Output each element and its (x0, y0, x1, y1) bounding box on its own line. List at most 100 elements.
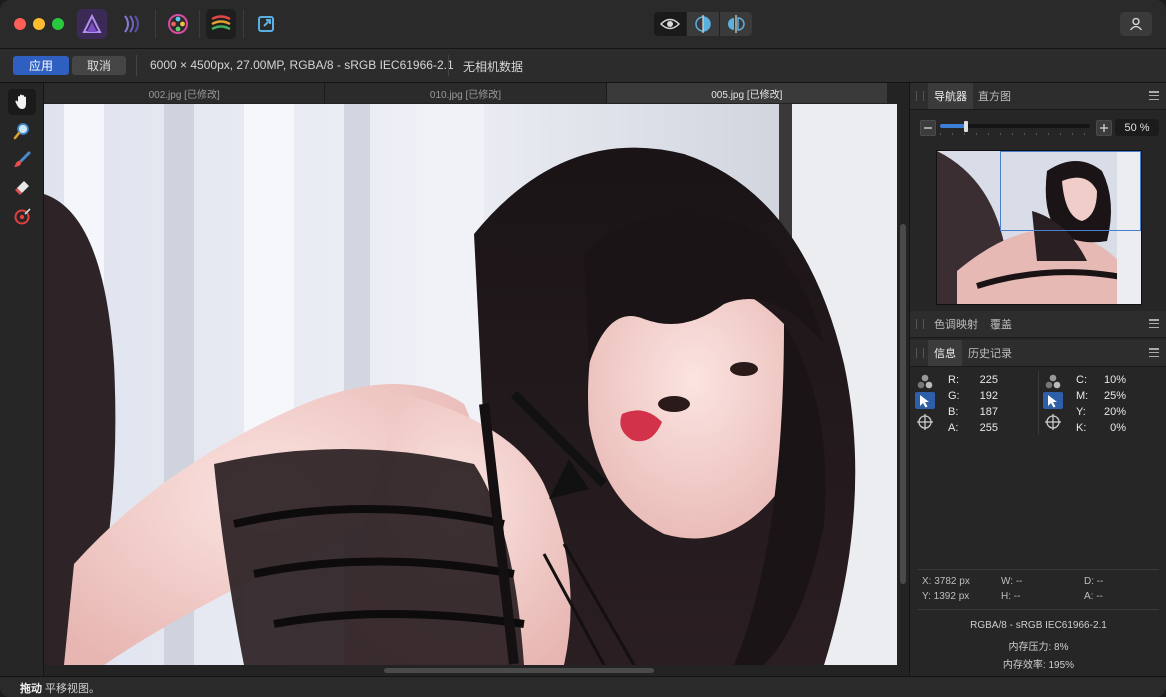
image-info-text: 6000 × 4500px, 27.00MP, RGBA/8 - sRGB IE… (150, 58, 454, 72)
tab-navigator[interactable]: 导航器 (928, 83, 973, 109)
info-height: H: -- (1001, 591, 1021, 602)
toolbar-separator (448, 55, 449, 76)
info-y-label: Y: (1076, 406, 1086, 418)
toolbar-separator (155, 10, 156, 38)
panel-menu-icon[interactable] (1149, 319, 1159, 328)
zoom-value-field[interactable]: 50 % (1115, 119, 1159, 136)
hand-tool-icon[interactable] (8, 89, 36, 115)
toolbar-separator (136, 55, 137, 76)
mirror-view-icon[interactable] (720, 12, 752, 36)
horizontal-scroll-thumb[interactable] (384, 668, 654, 673)
brush-tool-icon[interactable] (8, 147, 36, 173)
info-r-value: 225 (979, 374, 998, 386)
info-c-label: C: (1076, 374, 1087, 386)
navigator-panel-header: 导航器 直方图 (910, 83, 1166, 110)
context-toolbar: 应用 取消 6000 × 4500px, 27.00MP, RGBA/8 - s… (0, 49, 1166, 83)
tab-overlay[interactable]: 覆盖 (984, 311, 1018, 337)
toolbar-separator (243, 10, 244, 38)
zoom-in-button[interactable] (1096, 120, 1112, 136)
minimize-window-button[interactable] (33, 18, 45, 30)
color-sample-icon[interactable] (1044, 374, 1062, 390)
info-g-value: 192 (979, 390, 998, 402)
info-a-value: 255 (979, 422, 998, 434)
develop-persona-icon[interactable] (163, 9, 193, 39)
info-position-x: X: 3782 px (922, 576, 970, 587)
info-divider (918, 609, 1159, 610)
close-window-button[interactable] (14, 18, 26, 30)
user-icon[interactable] (1120, 12, 1152, 36)
title-bar (0, 0, 1166, 49)
document-canvas[interactable] (44, 104, 897, 665)
pointer-sample-icon[interactable] (1043, 392, 1063, 409)
tone-mapping-persona-icon[interactable] (206, 9, 236, 39)
info-k-label: K: (1076, 422, 1087, 434)
toolbar-separator (199, 10, 200, 38)
camera-info-text: 无相机数据 (463, 60, 524, 74)
memory-efficiency-text: 内存效率: 195% (1002, 660, 1075, 671)
status-bar: 拖动 平移视图。 (0, 676, 1166, 697)
info-k-value: 0% (1110, 422, 1126, 434)
status-action-key: 拖动 (20, 683, 42, 695)
navigator-preview[interactable] (936, 150, 1142, 305)
panel-grip-icon[interactable] (916, 91, 924, 101)
panel-menu-icon[interactable] (1149, 91, 1159, 100)
info-g-label: G: (948, 390, 960, 402)
photo-persona-icon[interactable] (77, 9, 107, 39)
info-r-label: R: (948, 374, 959, 386)
crosshair-sample-icon[interactable] (916, 413, 934, 431)
tab-info[interactable]: 信息 (928, 340, 962, 366)
export-persona-icon[interactable] (251, 9, 281, 39)
cancel-button[interactable]: 取消 (72, 56, 126, 75)
photo-image (44, 104, 897, 665)
red-eye-tool-icon[interactable] (8, 204, 36, 230)
tab-history[interactable]: 历史记录 (962, 340, 1018, 366)
panel-menu-icon[interactable] (1149, 348, 1159, 357)
vertical-scroll-thumb[interactable] (900, 224, 906, 584)
horizontal-scrollbar[interactable] (44, 665, 897, 676)
info-panel-header: 信息 历史记录 (910, 340, 1166, 367)
navigator-view-rect[interactable] (1000, 151, 1141, 231)
split-view-icon[interactable] (687, 12, 720, 36)
zoom-out-button[interactable] (920, 120, 936, 136)
tone-mapping-panel-header: 色调映射 覆盖 (910, 311, 1166, 338)
memory-pressure-text: 内存压力: 8% (1008, 642, 1069, 653)
info-angle: A: -- (1084, 591, 1103, 602)
tab-histogram[interactable]: 直方图 (972, 83, 1017, 109)
info-divider (918, 569, 1159, 570)
info-c-value: 10% (1103, 374, 1126, 386)
panel-grip-icon[interactable] (916, 348, 924, 358)
info-position-y: Y: 1392 px (922, 591, 970, 602)
document-tab[interactable]: 010.jpg [已修改] (325, 83, 607, 103)
eye-icon[interactable] (654, 12, 687, 36)
info-distance: D: -- (1084, 576, 1104, 587)
info-a-label: A: (948, 422, 959, 434)
info-y-value: 20% (1103, 406, 1126, 418)
eraser-tool-icon[interactable] (8, 175, 36, 201)
info-m-value: 25% (1103, 390, 1126, 402)
zoom-window-button[interactable] (52, 18, 64, 30)
tools-panel (0, 83, 44, 676)
document-tab-active[interactable]: 005.jpg [已修改] (606, 83, 887, 103)
vertical-scrollbar[interactable] (897, 104, 909, 665)
color-profile-text: RGBA/8 - sRGB IEC61966-2.1 (970, 620, 1107, 631)
info-b-value: 187 (979, 406, 998, 418)
info-b-label: B: (948, 406, 959, 418)
view-mode-group (654, 12, 752, 36)
color-sample-icon[interactable] (916, 374, 934, 390)
liquify-persona-icon[interactable] (118, 9, 148, 39)
pointer-sample-icon[interactable] (915, 392, 935, 409)
info-width: W: -- (1001, 576, 1023, 587)
info-divider (1038, 371, 1039, 435)
zoom-slider[interactable] (940, 121, 1090, 135)
document-tab-bar: 002.jpg [已修改] 010.jpg [已修改] 005.jpg [已修改… (44, 83, 887, 103)
apply-button[interactable]: 应用 (13, 56, 69, 75)
app-window: 应用 取消 6000 × 4500px, 27.00MP, RGBA/8 - s… (0, 0, 1166, 697)
tab-tone-mapping[interactable]: 色调映射 (928, 311, 984, 337)
panel-grip-icon[interactable] (916, 319, 924, 329)
document-tab[interactable]: 002.jpg [已修改] (44, 83, 326, 103)
status-action-text: 平移视图。 (45, 683, 100, 695)
zoom-slider-handle[interactable] (963, 121, 968, 132)
crosshair-sample-icon[interactable] (1044, 413, 1062, 431)
studio-panels: 导航器 直方图 50 % 色调映射 覆盖 信息 历史记录 R: 225 G: 1… (909, 83, 1166, 676)
zoom-tool-icon[interactable] (8, 118, 36, 144)
